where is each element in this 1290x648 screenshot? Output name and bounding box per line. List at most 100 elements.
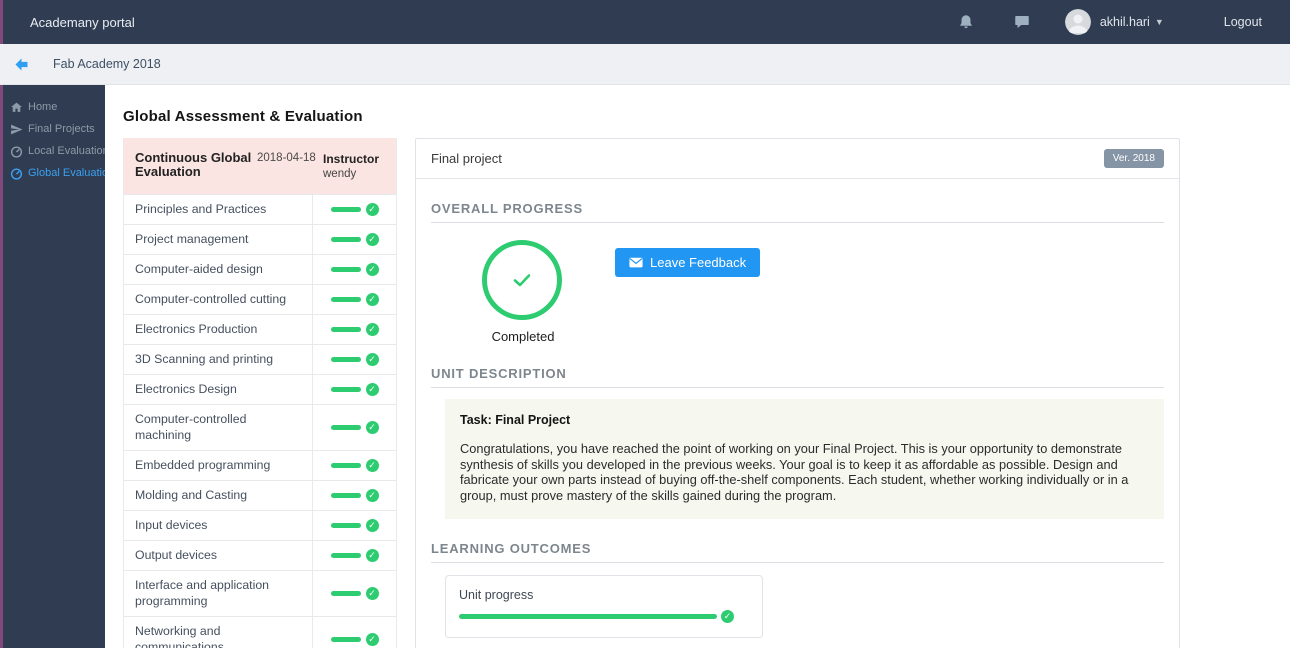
- progress-cell: ✓: [312, 616, 396, 648]
- progress-cell: ✓: [312, 254, 396, 284]
- section-title-overall-progress: OVERALL PROGRESS: [431, 201, 1164, 223]
- version-badge: Ver. 2018: [1103, 149, 1164, 168]
- unit-progress-bar: [459, 614, 717, 619]
- check-badge-icon: ✓: [365, 262, 379, 276]
- skill-label: Computer-controlled cutting: [135, 291, 287, 306]
- table-row: 3D Scanning and printing ✓: [124, 343, 396, 374]
- check-badge-icon: ✓: [365, 232, 379, 246]
- unit-progress-box: Unit progress ✓: [445, 575, 763, 638]
- table-row: Networking and communications ✓: [124, 615, 396, 648]
- instructor-cell: Instructor wendy: [323, 151, 379, 180]
- app-brand: Academany portal: [30, 14, 135, 30]
- navbar-right: akhil.hari ▼ Logout: [919, 9, 1262, 35]
- skill-label: Networking and communications: [135, 623, 224, 648]
- instructor-name: wendy: [323, 168, 357, 180]
- check-badge-icon: ✓: [365, 458, 379, 472]
- evaluation-title: Continuous Global Evaluation: [135, 150, 252, 180]
- chat-icon[interactable]: [1013, 13, 1031, 31]
- check-badge-icon: ✓: [365, 202, 379, 216]
- table-row: Embedded programming ✓: [124, 449, 396, 480]
- check-badge-icon: ✓: [365, 420, 379, 434]
- progress-bar: [330, 356, 361, 362]
- completed-block: Completed: [482, 240, 564, 344]
- skill-label: Output devices: [135, 547, 218, 562]
- progress-cell: ✓: [312, 480, 396, 510]
- progress-bar: [330, 386, 361, 392]
- skill-label: Interface and application programming: [135, 577, 269, 608]
- task-title: Task: Final Project: [460, 413, 571, 427]
- username-dropdown[interactable]: akhil.hari: [1100, 15, 1150, 29]
- progress-cell: ✓: [312, 314, 396, 344]
- skill-label: Computer-controlled machining: [135, 411, 247, 442]
- task-description: Congratulations, you have reached the po…: [460, 441, 1129, 503]
- table-row: Electronics Production ✓: [124, 313, 396, 344]
- gauge-icon: [10, 145, 23, 158]
- progress-cell: ✓: [312, 284, 396, 314]
- sidebar-item-home[interactable]: Home: [3, 96, 105, 118]
- table-row: Principles and Practices ✓: [124, 194, 396, 224]
- send-icon: [10, 123, 23, 136]
- sidebar-item-final-projects[interactable]: Final Projects: [3, 118, 105, 140]
- section-title-unit-description: UNIT DESCRIPTION: [431, 366, 1164, 388]
- unit-title: Final project: [431, 151, 502, 166]
- bell-icon[interactable]: [957, 13, 975, 31]
- skill-label: Input devices: [135, 517, 208, 532]
- progress-cell: ✓: [312, 195, 396, 224]
- leave-feedback-button[interactable]: Leave Feedback: [615, 248, 761, 277]
- table-row: Electronics Design ✓: [124, 373, 396, 404]
- gauge-icon: [10, 167, 23, 180]
- skill-label: Electronics Design: [135, 381, 237, 396]
- table-row: Output devices ✓: [124, 539, 396, 570]
- progress-bar: [330, 236, 361, 242]
- completed-circle-icon: [482, 240, 562, 320]
- check-badge-icon: ✓: [365, 632, 379, 646]
- skill-label: Embedded programming: [135, 457, 271, 472]
- leave-feedback-label: Leave Feedback: [650, 255, 747, 270]
- table-row: Molding and Casting ✓: [124, 479, 396, 510]
- main-content: Global Assessment & Evaluation Continuou…: [105, 85, 1290, 648]
- breadcrumb: Fab Academy 2018: [0, 44, 1290, 85]
- caret-down-icon[interactable]: ▼: [1155, 17, 1164, 27]
- progress-cell: ✓: [312, 450, 396, 480]
- logout-button[interactable]: Logout: [1224, 15, 1262, 29]
- progress-bar: [330, 552, 361, 558]
- progress-bar: [330, 590, 361, 596]
- unit-card: Final project Ver. 2018 OVERALL PROGRESS…: [415, 138, 1180, 648]
- table-row: Input devices ✓: [124, 509, 396, 540]
- progress-cell: ✓: [312, 224, 396, 254]
- breadcrumb-title: Fab Academy 2018: [53, 57, 161, 71]
- section-title-learning-outcomes: LEARNING OUTCOMES: [431, 541, 1164, 563]
- table-row: Computer-controlled cutting ✓: [124, 283, 396, 314]
- progress-cell: ✓: [312, 570, 396, 616]
- check-badge-icon: ✓: [365, 488, 379, 502]
- progress-bar: [330, 636, 361, 642]
- evaluation-table-header: Continuous Global Evaluation 2018-04-18 …: [124, 138, 396, 194]
- page-title: Global Assessment & Evaluation: [123, 108, 363, 125]
- progress-bar: [330, 266, 361, 272]
- table-row: Computer-aided design ✓: [124, 253, 396, 284]
- evaluation-date: 2018-04-18: [257, 152, 316, 164]
- avatar[interactable]: [1064, 9, 1091, 35]
- envelope-icon: [629, 257, 643, 268]
- skill-label: Computer-aided design: [135, 261, 263, 276]
- home-icon: [10, 101, 23, 114]
- sidebar-item-local-evaluation[interactable]: Local Evaluation: [3, 140, 105, 162]
- check-badge-icon: ✓: [365, 518, 379, 532]
- table-row: Interface and application programming ✓: [124, 569, 396, 616]
- progress-bar: [330, 424, 361, 430]
- progress-cell: ✓: [312, 344, 396, 374]
- overall-progress-section: Completed Leave Feedback: [431, 240, 1164, 344]
- check-badge-icon: ✓: [365, 586, 379, 600]
- sidebar-item-global-evaluation[interactable]: Global Evaluation: [3, 162, 105, 184]
- progress-bar: [330, 492, 361, 498]
- arrow-left-icon[interactable]: [14, 57, 29, 72]
- check-badge-icon: ✓: [365, 322, 379, 336]
- check-badge-icon: ✓: [365, 292, 379, 306]
- sidebar-item-label: Global Evaluation: [28, 167, 105, 179]
- table-row: Project management ✓: [124, 223, 396, 254]
- progress-cell: ✓: [312, 374, 396, 404]
- check-badge-icon: ✓: [365, 352, 379, 366]
- sidebar-item-label: Home: [28, 101, 58, 113]
- feedback-wrap: Leave Feedback: [615, 240, 761, 344]
- skill-label: Project management: [135, 231, 249, 246]
